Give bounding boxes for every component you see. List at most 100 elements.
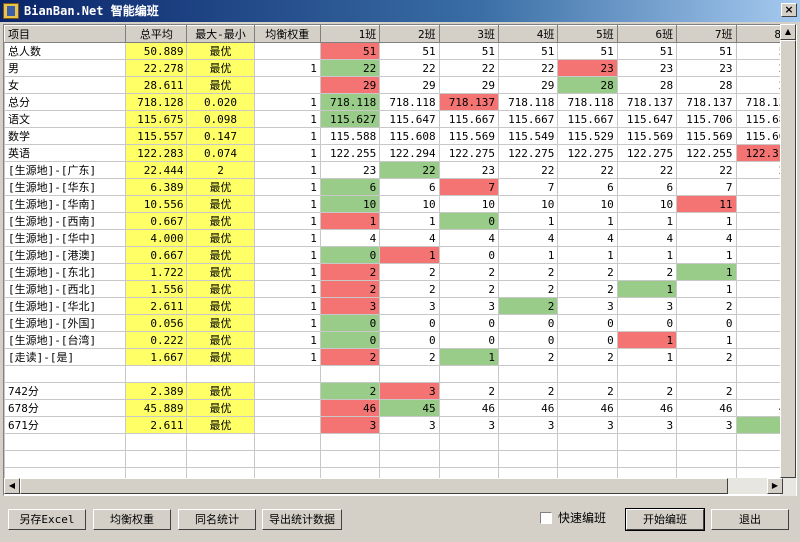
class-cell[interactable]: 2 [616,382,678,400]
class-cell[interactable]: 28 [616,76,678,94]
average-cell[interactable]: 6.389 [125,178,188,196]
range-cell[interactable]: 最优 [186,195,255,213]
class-cell[interactable]: 1 [498,246,559,264]
class-cell[interactable]: 115.569 [616,127,678,145]
class-cell[interactable]: 51 [498,42,559,60]
class-cell[interactable]: 46 [498,399,559,417]
class-cell[interactable]: 115.667 [557,110,618,128]
class-cell[interactable]: 22 [379,59,440,77]
range-cell[interactable]: 0.074 [186,144,255,162]
class-cell[interactable]: 0 [379,331,440,349]
column-header[interactable]: 7班 [676,25,737,43]
class-cell[interactable]: 22 [498,161,559,179]
range-cell[interactable]: 0.147 [186,127,255,145]
weight-cell[interactable]: 1 [253,59,321,77]
average-cell[interactable]: 1.667 [125,348,188,366]
class-cell[interactable]: 1 [379,212,440,230]
class-cell[interactable]: 122.275 [438,144,500,162]
weight-cell[interactable] [253,365,321,383]
row-label[interactable]: 女 [4,76,127,94]
row-label[interactable]: [生源地]-[华南] [4,195,127,213]
class-cell[interactable] [676,365,737,383]
row-label[interactable]: 总人数 [4,42,127,60]
class-cell[interactable]: 51 [379,42,440,60]
class-cell[interactable]: 45 [379,399,440,417]
class-cell[interactable]: 22 [379,161,440,179]
class-cell[interactable] [616,365,678,383]
range-cell[interactable]: 最优 [186,229,255,247]
average-cell[interactable]: 0.667 [125,246,188,264]
row-label[interactable]: 英语 [4,144,127,162]
class-cell[interactable]: 7 [676,178,737,196]
range-cell[interactable]: 最优 [186,263,255,281]
class-cell[interactable]: 1 [616,212,678,230]
range-cell[interactable]: 最优 [186,212,255,230]
class-cell[interactable]: 4 [498,229,559,247]
class-cell[interactable]: 0 [319,246,381,264]
class-cell[interactable]: 0 [498,331,559,349]
class-cell[interactable]: 3 [438,416,500,434]
exit-button[interactable]: 退出 [711,509,789,530]
class-cell[interactable]: 3 [676,416,737,434]
row-label[interactable]: [生源地]-[东北] [4,263,127,281]
class-cell[interactable]: 1 [557,212,618,230]
class-cell[interactable]: 2 [498,263,559,281]
class-cell[interactable]: 1 [616,246,678,264]
range-cell[interactable]: 0.098 [186,110,255,128]
weight-cell[interactable] [253,416,321,434]
class-cell[interactable]: 2 [438,280,500,298]
class-cell[interactable]: 4 [616,229,678,247]
column-header[interactable]: 1班 [319,25,381,43]
class-cell[interactable]: 718.118 [319,93,381,111]
class-cell[interactable]: 2 [379,280,440,298]
class-cell[interactable]: 6 [379,178,440,196]
class-cell[interactable]: 115.667 [438,110,500,128]
class-cell[interactable]: 3 [616,416,678,434]
class-cell[interactable]: 29 [498,76,559,94]
average-cell[interactable]: 115.675 [125,110,188,128]
class-cell[interactable]: 115.608 [379,127,440,145]
class-cell[interactable]: 1 [557,246,618,264]
range-cell[interactable]: 最优 [186,246,255,264]
row-label[interactable]: 742分 [4,382,127,400]
class-cell[interactable]: 3 [557,297,618,315]
class-cell[interactable]: 23 [557,59,618,77]
class-cell[interactable]: 1 [319,212,381,230]
scroll-up-arrow-icon[interactable]: ▲ [780,24,796,40]
row-label[interactable]: 数学 [4,127,127,145]
weight-cell[interactable]: 1 [253,297,321,315]
class-cell[interactable] [438,365,500,383]
average-cell[interactable]: 0.222 [125,331,188,349]
class-cell[interactable]: 11 [676,195,737,213]
row-label[interactable]: [生源地]-[华北] [4,297,127,315]
class-cell[interactable]: 122.255 [676,144,737,162]
row-label[interactable]: [生源地]-[广东] [4,161,127,179]
range-cell[interactable]: 最优 [186,280,255,298]
weight-cell[interactable]: 1 [253,246,321,264]
class-cell[interactable]: 0 [676,314,737,332]
class-cell[interactable]: 51 [557,42,618,60]
range-cell[interactable]: 0.020 [186,93,255,111]
class-cell[interactable]: 51 [319,42,381,60]
class-cell[interactable]: 1 [498,212,559,230]
class-cell[interactable]: 115.569 [676,127,737,145]
class-cell[interactable] [557,365,618,383]
average-cell[interactable]: 2.611 [125,416,188,434]
column-header[interactable]: 2班 [379,25,440,43]
weight-cell[interactable]: 1 [253,110,321,128]
class-cell[interactable]: 51 [676,42,737,60]
class-cell[interactable]: 115.588 [319,127,381,145]
class-cell[interactable]: 46 [557,399,618,417]
class-cell[interactable]: 2 [498,280,559,298]
weight-cell[interactable]: 1 [253,212,321,230]
class-cell[interactable]: 1 [379,246,440,264]
horizontal-scrollbar[interactable]: ◀ ▶ [4,478,783,494]
class-cell[interactable]: 122.275 [616,144,678,162]
scroll-right-arrow-icon[interactable]: ▶ [767,478,783,494]
class-cell[interactable]: 1 [676,280,737,298]
weight-cell[interactable] [253,76,321,94]
range-cell[interactable]: 2 [186,161,255,179]
range-cell[interactable] [186,365,255,383]
class-cell[interactable]: 28 [676,76,737,94]
class-cell[interactable]: 122.275 [498,144,559,162]
